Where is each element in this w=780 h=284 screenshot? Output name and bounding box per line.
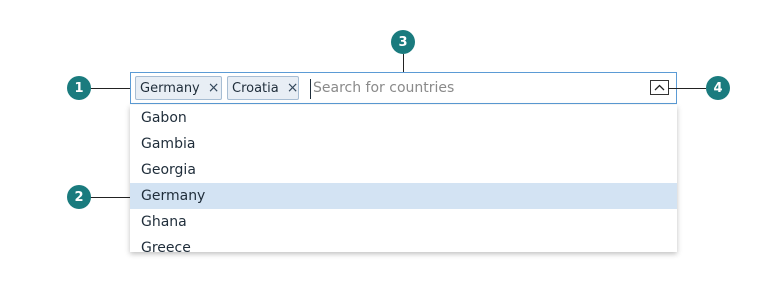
list-item[interactable]: Gambia bbox=[130, 131, 677, 157]
callout-3-leader bbox=[403, 54, 404, 72]
tag-croatia: Croatia × bbox=[227, 76, 299, 100]
search-input[interactable] bbox=[313, 76, 643, 100]
list-item-selected[interactable]: Germany bbox=[130, 183, 677, 209]
callout-2-leader bbox=[90, 197, 130, 198]
list-item[interactable]: Gabon bbox=[130, 105, 677, 131]
callout-1-badge: 1 bbox=[67, 76, 91, 100]
callout-1-leader bbox=[90, 88, 130, 89]
callout-3-badge: 3 bbox=[391, 30, 415, 54]
dropdown-toggle-button[interactable] bbox=[650, 80, 669, 95]
list-item[interactable]: Ghana bbox=[130, 209, 677, 235]
chevron-up-icon bbox=[654, 84, 665, 91]
tag-label: Germany bbox=[140, 80, 200, 96]
dropdown-list[interactable]: Gabon Gambia Georgia Germany Ghana Greec… bbox=[130, 105, 677, 252]
text-cursor bbox=[310, 79, 311, 99]
callout-4-leader bbox=[668, 88, 706, 89]
callout-2-badge: 2 bbox=[67, 185, 91, 209]
list-item[interactable]: Georgia bbox=[130, 157, 677, 183]
remove-tag-icon[interactable]: × bbox=[208, 81, 220, 95]
remove-tag-icon[interactable]: × bbox=[287, 81, 299, 95]
country-multiselect[interactable]: Germany × Croatia × bbox=[130, 72, 677, 104]
list-item[interactable]: Greece bbox=[130, 235, 677, 252]
callout-4-badge: 4 bbox=[706, 76, 730, 100]
tag-label: Croatia bbox=[232, 80, 279, 96]
tag-germany: Germany × bbox=[135, 76, 222, 100]
